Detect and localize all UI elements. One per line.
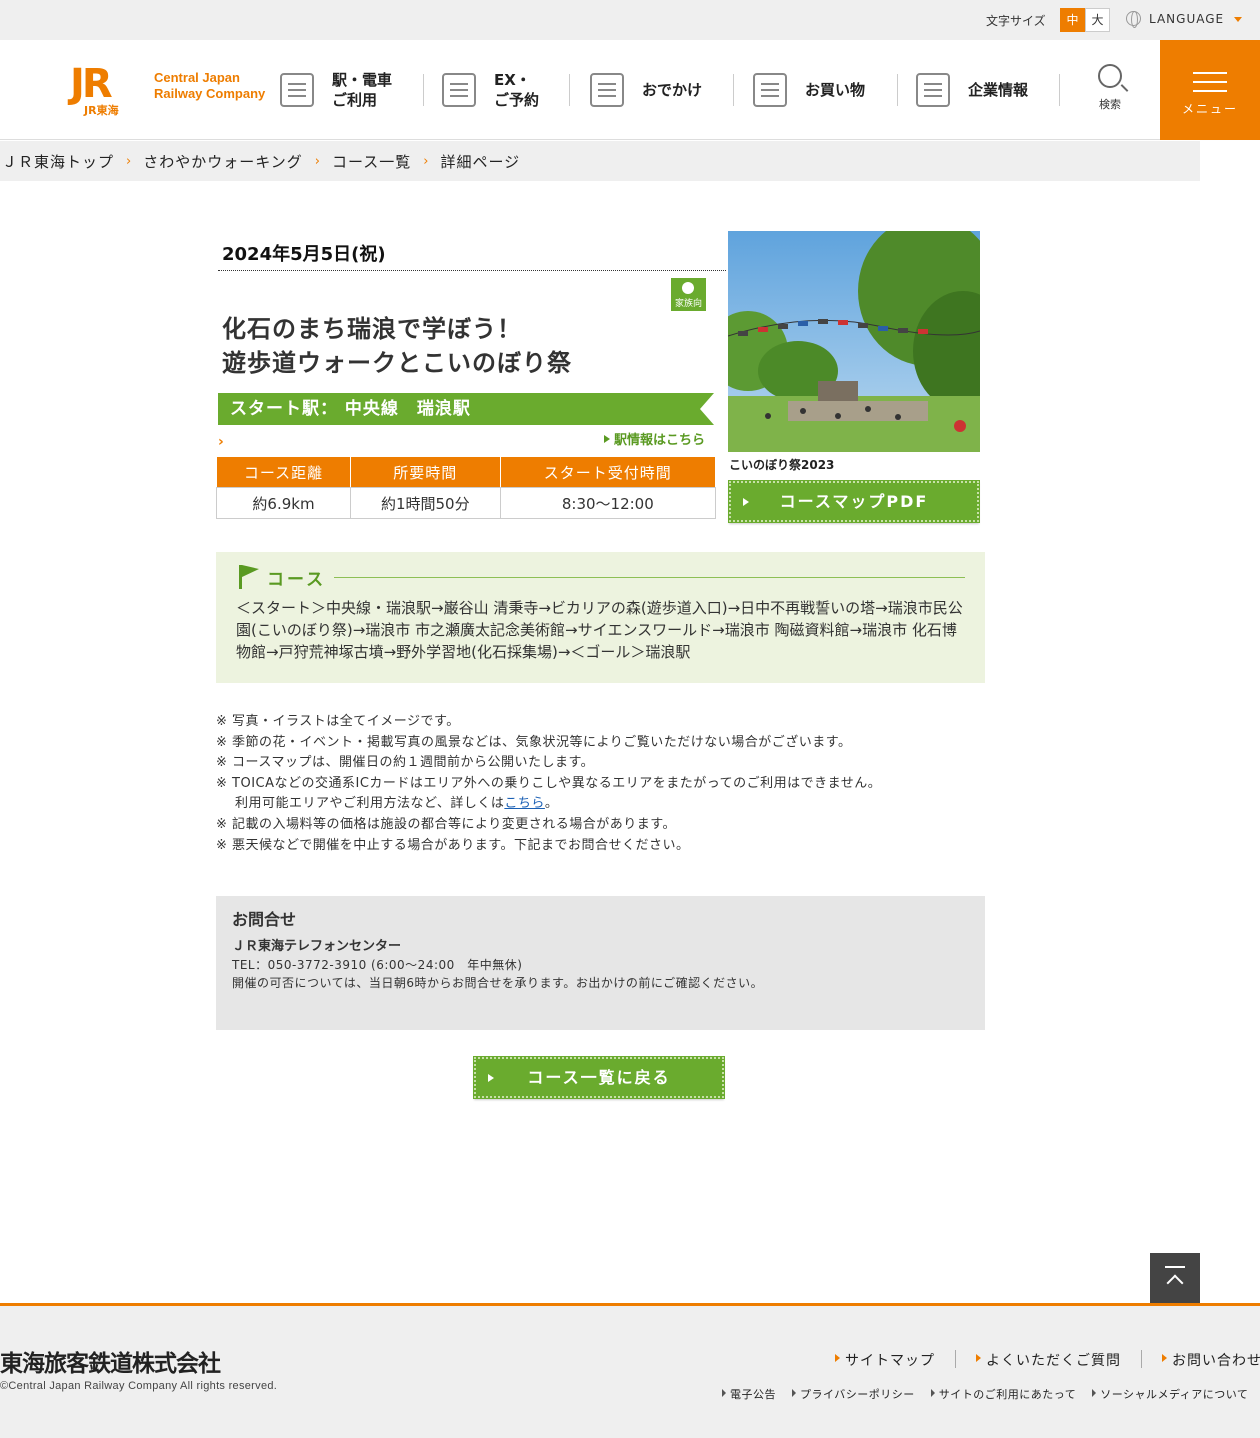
nav-corporate-info[interactable]: 企業情報 xyxy=(916,40,1028,140)
contact-title: お問合せ xyxy=(232,910,297,929)
nav-shopping[interactable]: お買い物 xyxy=(753,40,865,140)
footer-link-privacy[interactable]: プライバシーポリシー xyxy=(792,1386,931,1402)
course-section: コース ＜スタート＞中央線・瑞浪駅→巌谷山 清秉寺→ビカリアの森(遊歩道入口)→… xyxy=(216,552,985,683)
nav-divider xyxy=(897,74,898,106)
search-button[interactable]: 検索 xyxy=(1090,64,1130,116)
course-route-text: ＜スタート＞中央線・瑞浪駅→巌谷山 清秉寺→ビカリアの森(遊歩道入口)→日中不再… xyxy=(236,599,963,661)
breadcrumb-walking[interactable]: さわやかウォーキング xyxy=(143,151,303,172)
logo-mark: JR xyxy=(70,61,113,107)
event-title: 化石のまち瑞浪で学ぼう！ 遊歩道ウォークとこいのぼり祭 xyxy=(222,315,572,377)
station-info-link[interactable]: 駅情報はこちら xyxy=(604,429,705,448)
footer-link-sitemap[interactable]: サイトマップ xyxy=(835,1350,955,1370)
chevron-right-icon: › xyxy=(314,153,320,169)
globe-icon xyxy=(1126,11,1141,28)
course-map-pdf-button[interactable]: コースマップPDF xyxy=(728,480,980,523)
shopping-bag-icon xyxy=(753,73,787,107)
ticket-icon xyxy=(442,73,476,107)
copyright: ©Central Japan Railway Company All right… xyxy=(0,1380,278,1392)
contact-note: 開催の可否については、当日朝6時からお問合せを承ります。お出かけの前にご確認くだ… xyxy=(232,976,764,990)
nav-divider xyxy=(733,74,734,106)
language-label: LANGUAGE xyxy=(1149,12,1225,26)
header-duration: 所要時間 xyxy=(349,456,501,488)
menu-button[interactable]: メニュー xyxy=(1160,40,1260,140)
value-start-time: 8:30～12:00 xyxy=(499,487,717,519)
footer-divider xyxy=(1141,1350,1142,1368)
footer-divider xyxy=(955,1350,956,1368)
caret-down-icon xyxy=(1234,17,1242,22)
header-start-time: スタート受付時間 xyxy=(499,456,717,488)
course-heading: コース xyxy=(267,570,327,590)
nav-station-train[interactable]: 駅・電車 ご利用 xyxy=(280,40,392,140)
course-divider xyxy=(334,577,965,578)
footer-sub-links: 電子公告 プライバシーポリシー サイトのご利用にあたって ソーシャルメディアにつ… xyxy=(722,1386,1260,1402)
notes-list: ※ 写真・イラストは全てイメージです。 ※ 季節の花・イベント・掲載写真の風景な… xyxy=(216,712,881,856)
chevron-right-icon: › xyxy=(423,153,429,169)
photo-caption: こいのぼり祭2023 xyxy=(729,458,835,472)
jr-central-logo[interactable]: JR JR東海 Central Japan Railway Company xyxy=(70,61,280,117)
contact-tel: TEL：050-3772-3910 (6:00～24:00 年中無休) xyxy=(232,958,523,972)
nav-outing[interactable]: おでかけ xyxy=(590,40,702,140)
value-duration: 約1時間50分 xyxy=(349,487,501,519)
note-item: ※ コースマップは、開催日の約１週間前から公開いたします。 xyxy=(216,755,595,771)
contact-organization: ＪＲ東海テレフォンセンター xyxy=(232,939,402,954)
logo-subtext: JR東海 xyxy=(84,104,119,117)
back-to-course-list-button[interactable]: コース一覧に戻る xyxy=(473,1056,725,1099)
logo-english-name: Central Japan Railway Company xyxy=(154,70,266,101)
footer-company-name: 東海旅客鉄道株式会社 xyxy=(0,1351,221,1377)
language-selector[interactable]: LANGUAGE xyxy=(1126,11,1225,28)
chevron-right-icon: › xyxy=(218,434,224,450)
note-item: ※ 悪天候などで開催を中止する場合があります。下記までお問合せください。 xyxy=(216,837,690,853)
font-size-label: 文字サイズ xyxy=(986,14,1046,28)
building-icon xyxy=(916,73,950,107)
note-item: ※ 季節の花・イベント・掲載写真の風景などは、気象状況等によりご覧いただけない場… xyxy=(216,734,852,750)
event-date: 2024年5月5日(祝) xyxy=(222,244,386,265)
footer-link-public-notice[interactable]: 電子公告 xyxy=(722,1386,792,1402)
start-station-band: スタート駅： 中央線 瑞浪駅 xyxy=(218,393,714,425)
site-header: JR JR東海 Central Japan Railway Company 駅・… xyxy=(0,40,1260,140)
event-photo xyxy=(728,231,980,452)
note-item: ※ 記載の入場料等の価格は施設の都合等により変更される場合があります。 xyxy=(216,816,676,832)
value-distance: 約6.9km xyxy=(216,487,351,519)
nav-divider xyxy=(423,74,424,106)
nav-divider xyxy=(1059,74,1060,106)
footer-main-links: サイトマップ よくいただくご質問 お問い合わせ xyxy=(835,1350,1260,1370)
footer-link-terms[interactable]: サイトのご利用にあたって xyxy=(930,1386,1092,1402)
page-top-button[interactable] xyxy=(1150,1253,1200,1303)
footer-link-faq[interactable]: よくいただくご質問 xyxy=(976,1350,1141,1370)
flag-icon xyxy=(239,565,259,589)
breadcrumb: ＪＲ東海トップ › さわやかウォーキング › コース一覧 › 詳細ページ xyxy=(0,141,1200,181)
font-size-medium-button[interactable]: 中 xyxy=(1060,8,1085,32)
course-info-table: コース距離 所要時間 スタート受付時間 約6.9km 約1時間50分 8:30～… xyxy=(216,456,717,519)
triangle-right-icon xyxy=(743,498,749,506)
site-footer: 東海旅客鉄道株式会社 ©Central Japan Railway Compan… xyxy=(0,1303,1260,1438)
triangle-right-icon xyxy=(488,1074,494,1082)
note-item: ※ TOICAなどの交通系ICカードはエリア外への乗りこしや異なるエリアをまたが… xyxy=(216,775,882,812)
nav-ex-reservation[interactable]: EX・ ご予約 xyxy=(442,40,539,140)
utility-bar: 文字サイズ 中 大 LANGUAGE xyxy=(0,0,1260,40)
breadcrumb-current: 詳細ページ xyxy=(440,152,521,171)
date-divider xyxy=(218,270,726,271)
suitcase-icon xyxy=(590,73,624,107)
font-size-large-button[interactable]: 大 xyxy=(1085,8,1110,32)
family-friendly-badge: 家族向 xyxy=(671,278,706,311)
search-icon xyxy=(1098,64,1122,88)
triangle-right-icon xyxy=(604,435,610,443)
breadcrumb-course-list[interactable]: コース一覧 xyxy=(332,151,411,172)
ic-card-info-link[interactable]: こちら xyxy=(504,796,545,811)
hamburger-icon xyxy=(1193,72,1227,74)
chevron-right-icon: › xyxy=(126,153,132,169)
nav-divider xyxy=(569,74,570,106)
train-icon xyxy=(280,73,314,107)
contact-box: お問合せ ＪＲ東海テレフォンセンター TEL：050-3772-3910 (6:… xyxy=(216,896,985,1030)
header-distance: コース距離 xyxy=(216,456,351,488)
footer-link-contact[interactable]: お問い合わせ xyxy=(1162,1350,1260,1370)
note-item: ※ 写真・イラストは全てイメージです。 xyxy=(216,714,460,729)
breadcrumb-top[interactable]: ＪＲ東海トップ xyxy=(2,151,114,172)
footer-link-social-media[interactable]: ソーシャルメディアについて xyxy=(1092,1386,1260,1402)
